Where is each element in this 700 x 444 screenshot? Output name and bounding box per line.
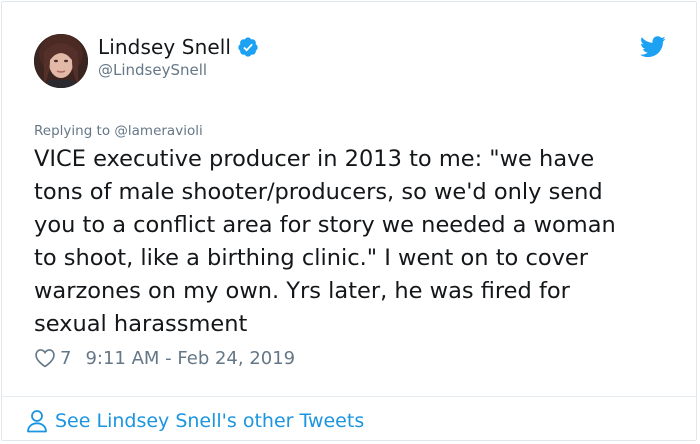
tweet-timestamp[interactable]: 9:11 AM - Feb 24, 2019 (85, 348, 295, 369)
name-row: Lindsey Snell (98, 34, 259, 60)
tweet-meta: 7 9:11 AM - Feb 24, 2019 (34, 345, 295, 371)
avatar-image (34, 34, 88, 88)
replying-prefix: Replying to (34, 123, 111, 139)
tweet-text: VICE executive producer in 2013 to me: "… (34, 146, 616, 337)
heart-icon[interactable] (34, 347, 56, 369)
tweet-card: Lindsey Snell @LindseySnell Replying to … (1, 1, 697, 441)
see-other-tweets-link[interactable]: See Lindsey Snell's other Tweets (26, 406, 364, 436)
replying-to-mention[interactable]: @lameravioli (114, 123, 202, 139)
user-handle[interactable]: @LindseySnell (98, 61, 207, 79)
avatar[interactable] (34, 34, 88, 88)
like-count: 7 (60, 347, 72, 369)
verified-badge-icon (237, 36, 259, 58)
person-icon (26, 409, 48, 433)
replying-to-line: Replying to @lameravioli (34, 123, 203, 139)
see-other-tweets-label: See Lindsey Snell's other Tweets (55, 410, 365, 432)
footer-divider (2, 396, 696, 397)
twitter-bird-icon[interactable] (640, 36, 666, 58)
display-name[interactable]: Lindsey Snell (98, 35, 231, 59)
